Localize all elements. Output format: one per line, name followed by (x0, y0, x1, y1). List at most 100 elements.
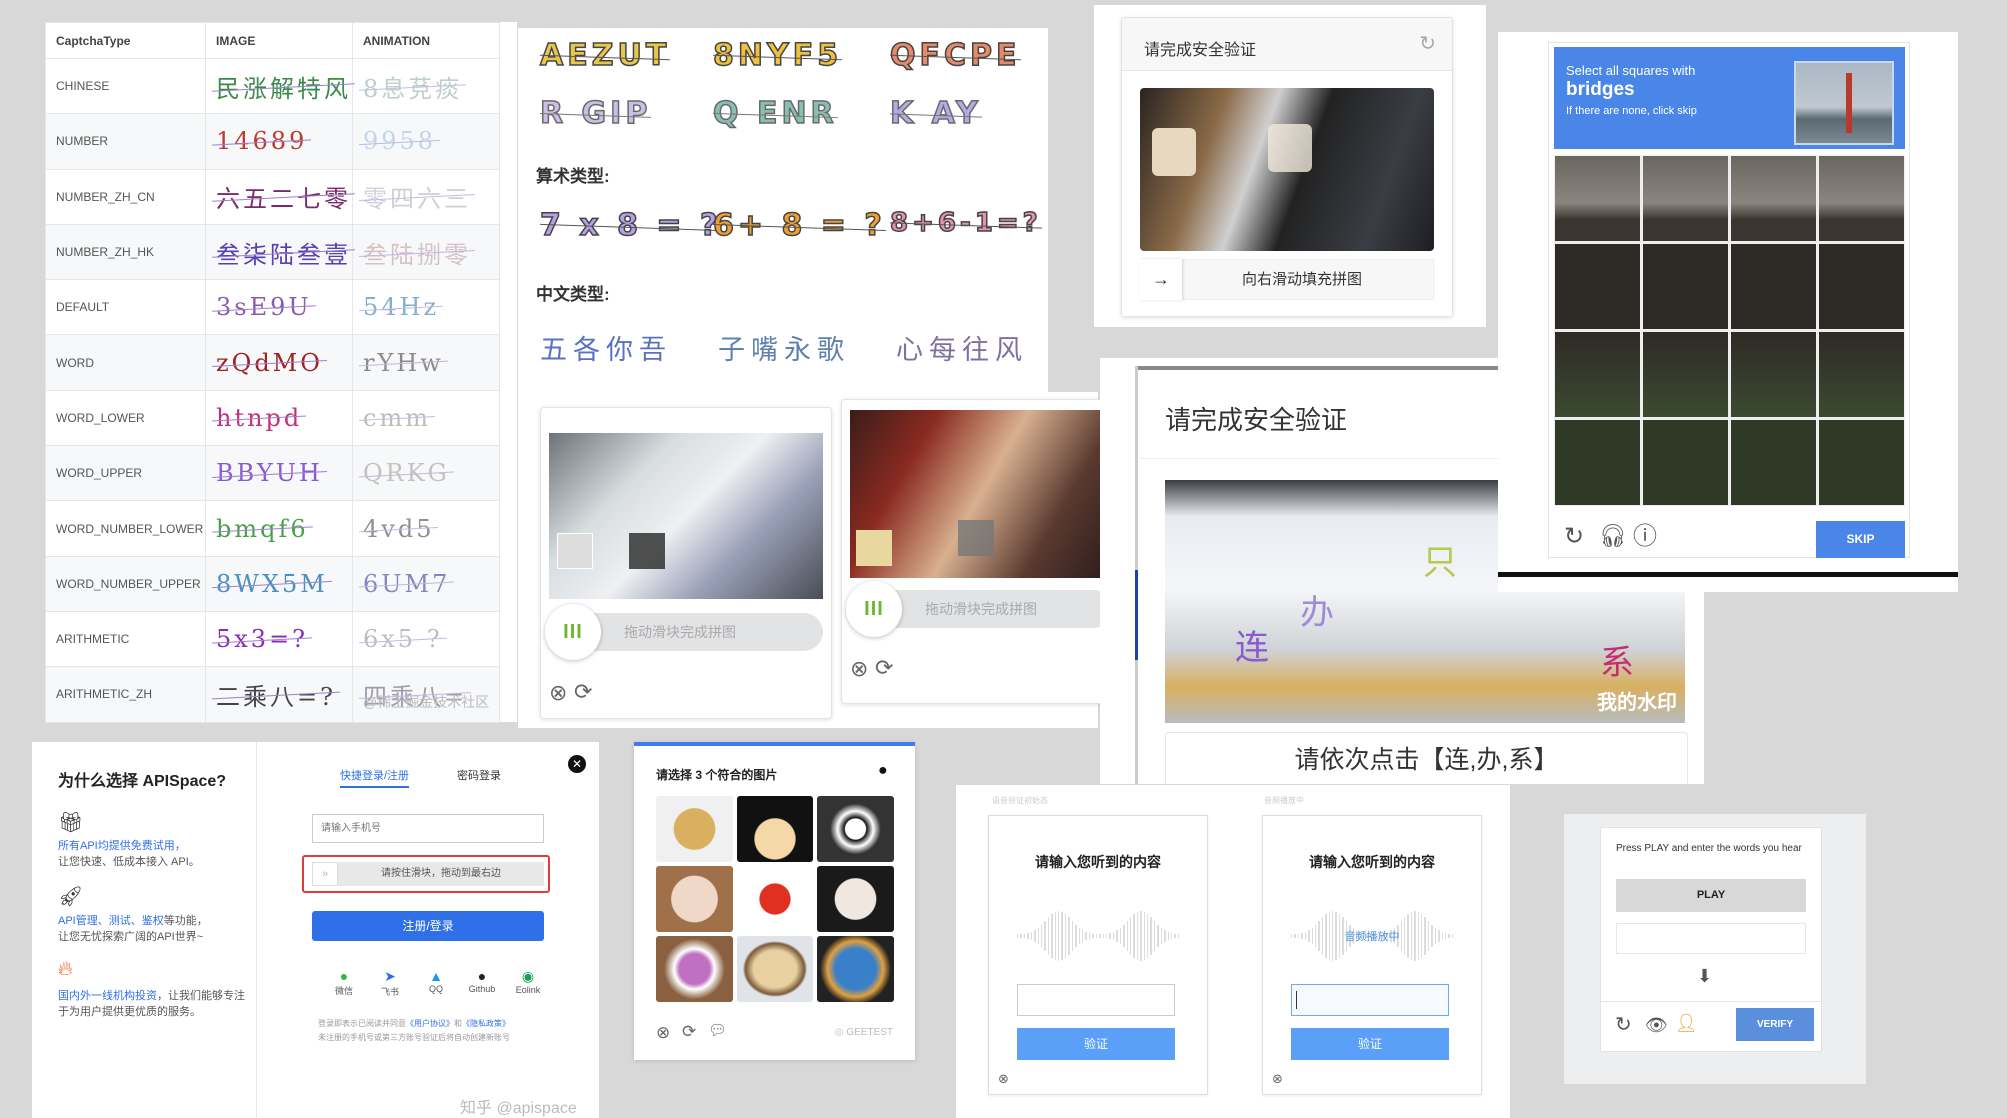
close-icon[interactable]: ⊗ (998, 1072, 1009, 1085)
recaptcha-tile[interactable] (1643, 156, 1728, 241)
eye-icon[interactable]: 👁︎ (1645, 1016, 1668, 1034)
reload-icon[interactable]: ↻ (1615, 1015, 1632, 1035)
refresh-icon[interactable]: ⟳ (682, 1023, 696, 1040)
animation-captcha-sample: 9958 (363, 127, 437, 156)
headphones-icon[interactable]: 🎧︎ (1599, 525, 1627, 547)
recaptcha-tile[interactable] (1555, 420, 1640, 505)
close-icon[interactable]: ⊗ (1272, 1072, 1283, 1085)
tab-quick-login[interactable]: 快捷登录/注册 (340, 767, 410, 788)
distractor-char[interactable]: 只 (1423, 535, 1457, 584)
recaptcha-tile[interactable] (1731, 156, 1816, 241)
wave-bar (1027, 933, 1029, 939)
slider-handle-arrow-icon[interactable]: → (1140, 259, 1182, 300)
gif-captcha: Q ENR (712, 95, 838, 132)
target-char[interactable]: 连 (1235, 620, 1269, 669)
close-icon[interactable]: ⊗ (549, 682, 567, 704)
slider-handle[interactable]: III (545, 604, 601, 660)
skip-button[interactable]: SKIP (1816, 521, 1905, 558)
recaptcha-tile[interactable] (1819, 420, 1904, 505)
table-row: WORD_LOWER htnpd cmm (45, 389, 500, 447)
recaptcha-tile[interactable] (1555, 332, 1640, 417)
geetest-image-tile[interactable] (817, 866, 894, 932)
wave-bar (1037, 928, 1039, 944)
refresh-icon[interactable]: ⟳ (875, 657, 893, 679)
close-icon[interactable]: ⊗ (850, 658, 868, 680)
feature-text: 让您快速、低成本接入 API。 (58, 856, 200, 868)
geetest-image-tile[interactable] (656, 866, 733, 932)
geetest-image-tile[interactable] (736, 936, 814, 1002)
target-char[interactable]: 系 (1600, 635, 1634, 684)
captcha-type-cell: ARITHMETIC_ZH (45, 666, 206, 723)
recaptcha-tile[interactable] (1643, 420, 1728, 505)
info-icon[interactable]: ⓘ (1633, 525, 1657, 549)
wechat-icon: ● (339, 968, 349, 984)
wechat-login[interactable]: ● 微信 (322, 968, 366, 997)
recaptcha-tile[interactable] (1643, 244, 1728, 329)
audio-captcha-panel: 语音验证初始态 音频播放中 请输入您听到的内容 验证 ⊗ 请输入您听到的内容 音… (956, 785, 1510, 1118)
github-login[interactable]: ● Github (460, 968, 504, 994)
table-row: WORD_NUMBER_LOWER bmqf6 4vd5 (45, 500, 500, 557)
apispace-title: 为什么选择 APISpace? (58, 773, 227, 790)
geetest-image-tile[interactable] (736, 866, 814, 932)
wave-bar (1126, 921, 1128, 951)
image-captcha-cell: 3sE9U (205, 279, 353, 336)
target-char[interactable]: 办 (1300, 585, 1334, 634)
text-cursor (1296, 991, 1297, 1009)
recaptcha-tile-grid (1554, 155, 1905, 506)
wave-bar (1150, 917, 1152, 955)
recaptcha-tile[interactable] (1555, 244, 1640, 329)
download-icon[interactable]: ⬇ (1697, 966, 1712, 987)
audio-answer-input[interactable] (1017, 984, 1175, 1016)
puzzle-piece[interactable] (856, 530, 892, 566)
image-captcha-cell: 六五二七零 (205, 168, 353, 225)
recaptcha-tile[interactable] (1643, 332, 1728, 417)
slider-handle[interactable]: III (846, 581, 902, 637)
play-button[interactable]: PLAY (1616, 879, 1806, 912)
recaptcha-tile[interactable] (1731, 332, 1816, 417)
user-agreement-link[interactable]: 《用户协议》 (406, 1019, 454, 1028)
eolink-login[interactable]: ◉ Eolink (506, 968, 550, 995)
qq-login[interactable]: ▲ QQ (414, 968, 458, 994)
geetest-image-tile[interactable] (736, 796, 814, 862)
geetest-image-tile[interactable] (817, 796, 894, 862)
puzzle-piece[interactable] (557, 533, 593, 569)
feedback-icon[interactable]: 💬︎ (708, 1023, 727, 1038)
image-captcha-cell: bmqf6 (205, 500, 353, 557)
verify-button[interactable]: 验证 (1291, 1028, 1449, 1060)
recaptcha-tile[interactable] (1555, 156, 1640, 241)
feishu-login[interactable]: ➤ 飞书 (368, 968, 412, 998)
audio-answer-input[interactable] (1291, 984, 1449, 1016)
close-icon[interactable]: ✕ (568, 755, 586, 773)
geetest-image-tile[interactable] (656, 936, 733, 1002)
image-captcha-cell: 民涨解特风 (205, 57, 353, 115)
recaptcha-tile[interactable] (1819, 156, 1904, 241)
wave-bar (1164, 930, 1166, 942)
refresh-icon[interactable]: ↻ (1419, 34, 1436, 54)
recaptcha-tile[interactable] (1819, 244, 1904, 329)
privacy-policy-link[interactable]: 《隐私政策》 (462, 1019, 510, 1028)
animation-captcha-sample: 54Hz (363, 293, 440, 322)
image-captcha-cell: 5x3=? (205, 610, 353, 668)
geetest-image-tile[interactable] (656, 796, 733, 862)
wave-bar (1044, 921, 1046, 951)
verify-button[interactable]: VERIFY (1736, 1008, 1814, 1041)
image-captcha-sample: 二乘八=? (216, 677, 336, 712)
register-login-button[interactable]: 注册/登录 (312, 911, 544, 941)
recaptcha-tile[interactable] (1731, 420, 1816, 505)
recaptcha-tile[interactable] (1731, 244, 1816, 329)
audio-response-input[interactable] (1616, 923, 1806, 954)
phone-input[interactable] (312, 814, 544, 843)
recaptcha-tile[interactable] (1819, 332, 1904, 417)
close-icon[interactable]: ⊗ (656, 1024, 670, 1041)
reload-icon[interactable]: ↻ (1564, 525, 1584, 549)
user-check-icon[interactable]: 👤︎ (1675, 1014, 1698, 1032)
tab-password-login[interactable]: 密码登录 (457, 767, 501, 783)
puzzle-piece[interactable] (1152, 128, 1196, 176)
captcha-type-table: CaptchaType IMAGE ANIMATION CHINESE 民涨解特… (45, 22, 500, 723)
geetest-image-tile[interactable] (817, 936, 894, 1002)
refresh-icon[interactable]: ⟳ (574, 681, 592, 703)
wave-bar (1088, 933, 1091, 939)
animation-captcha-cell: 8息莌痰 (352, 57, 500, 115)
verify-button[interactable]: 验证 (1017, 1028, 1175, 1060)
slider-handle[interactable]: » (312, 862, 338, 886)
